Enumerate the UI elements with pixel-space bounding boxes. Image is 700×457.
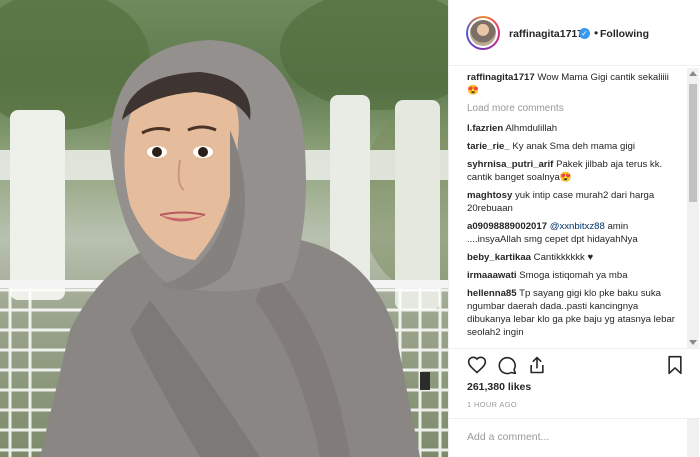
bookmark-icon[interactable] (665, 355, 685, 375)
page-scrollbar[interactable] (687, 419, 699, 457)
comment-username[interactable]: syhrnisa_putri_arif (467, 159, 553, 170)
heart-icon[interactable] (467, 355, 487, 375)
avatar-ring (468, 18, 498, 48)
comment-text: Ky anak Sma deh mama gigi (512, 141, 635, 152)
scroll-up-arrow-icon[interactable] (689, 71, 697, 76)
avatar-image (470, 20, 496, 46)
scroll-down-arrow-icon[interactable] (689, 340, 697, 345)
scrollbar-thumb[interactable] (689, 84, 697, 202)
load-more-comments-link[interactable]: Load more comments (467, 103, 689, 114)
post-caption: raffinagita1717 Wow Mama Gigi cantik sek… (467, 71, 675, 97)
separator-dot: • (594, 26, 599, 40)
post-timestamp[interactable]: 1 HOUR AGO (467, 400, 517, 409)
comment-item: beby_kartikaa Cantikkkkkk ♥ (467, 251, 675, 264)
comment-username[interactable]: maghtosy (467, 190, 512, 201)
comment-text: Alhmdulillah (505, 123, 558, 134)
comment-username[interactable]: hellenna85 (467, 288, 517, 299)
comment-item: irmaaawati Smoga istiqomah ya mba (467, 269, 675, 282)
comment-username[interactable]: irmaaawati (467, 270, 517, 281)
post-photo[interactable] (0, 0, 448, 457)
add-comment-bar (449, 418, 700, 457)
author-avatar[interactable] (466, 16, 500, 50)
photo-illustration (0, 0, 448, 457)
likes-count[interactable]: 261,380 likes (467, 381, 531, 393)
comment-item: maghtosy yuk intip case murah2 dari harg… (467, 189, 675, 215)
comments-scrollbar[interactable] (687, 68, 699, 348)
post-panel: raffinagita1717 ✓ • Following raffinagit… (448, 0, 700, 457)
add-comment-input[interactable] (467, 429, 677, 445)
following-button[interactable]: Following (600, 28, 649, 40)
caption-username[interactable]: raffinagita1717 (467, 72, 535, 83)
share-icon[interactable] (527, 355, 547, 375)
post-actions: 261,380 likes 1 HOUR AGO (449, 348, 700, 426)
comments-list: raffinagita1717 Wow Mama Gigi cantik sek… (449, 66, 689, 348)
comment-item: hellenna85 Tp sayang gigi klo pke baku s… (467, 287, 675, 339)
comment-username[interactable]: tarie_rie_ (467, 141, 510, 152)
comment-mention-link[interactable]: @xxnbitxz88 (550, 221, 605, 232)
comment-icon[interactable] (497, 355, 517, 375)
comment-text: Smoga istiqomah ya mba (519, 270, 628, 281)
comment-text: Cantikkkkkk ♥ (533, 252, 594, 263)
comment-item: syhrnisa_putri_arif Pakek jilbab aja ter… (467, 158, 675, 184)
comment-username[interactable]: l.fazrien (467, 123, 503, 134)
verified-badge-icon: ✓ (579, 28, 590, 39)
comment-item: a09098889002017 @xxnbitxz88 amin ....ins… (467, 220, 675, 246)
comment-username[interactable]: a09098889002017 (467, 221, 547, 232)
author-username[interactable]: raffinagita1717 (509, 28, 583, 40)
comment-username[interactable]: beby_kartikaa (467, 252, 531, 263)
comment-item: l.fazrien Alhmdulillah (467, 122, 675, 135)
comment-item: tarie_rie_ Ky anak Sma deh mama gigi (467, 140, 675, 153)
post-header: raffinagita1717 ✓ • Following (449, 0, 700, 66)
